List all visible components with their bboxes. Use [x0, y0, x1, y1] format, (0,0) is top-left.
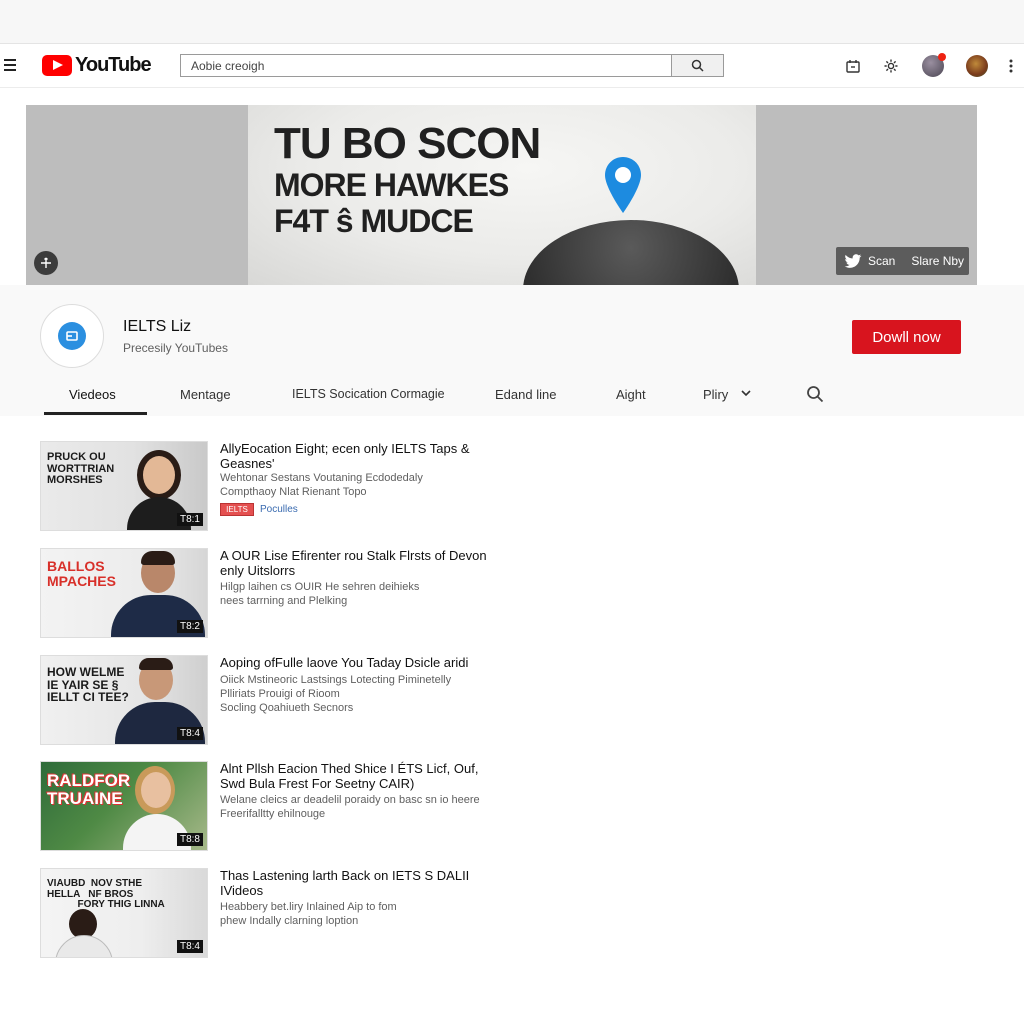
channel-logo-icon [58, 322, 86, 350]
globe-graphic [523, 220, 739, 285]
video-duration: T8:4 [176, 940, 203, 953]
video-meta: IELTS Poculles [220, 503, 298, 516]
thumbnail-face [143, 456, 175, 494]
banner-artwork: TU BO SCON MORE HAWKES F4T ŝ MUDCE [248, 105, 756, 285]
channel-avatar[interactable] [40, 304, 104, 368]
video-duration: T8:8 [176, 833, 203, 846]
banner-line-2: MORE HAWKES [274, 167, 509, 203]
thumbnail-text: PRUCK OU WORTTRIAN MORSHES [47, 451, 115, 487]
channel-subtitle: Precesily YouTubes [123, 341, 228, 355]
video-title[interactable]: AllyEocation Eight; ecen only IELTS Taps… [220, 441, 495, 471]
video-thumbnail[interactable]: PRUCK OU WORTTRIAN MORSHES T8:1 [40, 441, 208, 531]
more-options-icon[interactable] [1004, 56, 1018, 76]
channel-banner: TU BO SCON MORE HAWKES F4T ŝ MUDCE Scan … [26, 105, 977, 285]
video-desc-line: Wehtonar Sestans Voutaning Ecdodedaly [220, 472, 423, 484]
video-thumbnail[interactable]: BALLOS MPACHES T8:2 [40, 548, 208, 638]
video-item-4[interactable]: RALDFOR TRUAINE T8:8 Alnt Pllsh Eacion T… [40, 761, 500, 851]
banner-line-3: F4T ŝ MUDCE [274, 203, 474, 239]
banner-social-links[interactable]: Scan Slare Nby [836, 247, 969, 275]
video-desc-line: Plliriats Prouigi of Rioom [220, 688, 340, 700]
create-video-icon[interactable] [843, 56, 863, 76]
video-duration: T8:1 [176, 513, 203, 526]
thumbnail-hair [139, 658, 173, 670]
video-title[interactable]: A OUR Lise Efirenter rou Stalk Flrsts of… [220, 548, 495, 578]
video-thumbnail[interactable]: RALDFOR TRUAINE T8:8 [40, 761, 208, 851]
video-desc-line: Welane cleics ar deadelil poraidy on bas… [220, 794, 480, 806]
download-now-button[interactable]: Dowll now [852, 320, 961, 354]
thumbnail-body [55, 935, 113, 957]
social-label-2: Slare Nby [911, 254, 965, 268]
tab-edand-line[interactable]: Edand line [495, 387, 556, 402]
video-item-5[interactable]: VIAUBD NOV STHE HELLA NF BROS FORY THIG … [40, 868, 500, 958]
video-badge: IELTS [220, 503, 254, 516]
account-avatar[interactable] [966, 55, 988, 77]
tab-aight[interactable]: Aight [616, 387, 646, 402]
video-title[interactable]: Aoping ofFulle laove You Taday Dsicle ar… [220, 655, 495, 670]
video-desc-line: nees tarrning and Plelking [220, 595, 348, 607]
video-desc-line: Oiick Mstineoric Lastsings Lotecting Pim… [220, 674, 452, 686]
search-input[interactable] [180, 54, 672, 77]
masthead: YouTube [0, 44, 1024, 88]
chevron-down-icon[interactable] [740, 388, 752, 398]
thumbnail-text: VIAUBD NOV STHE HELLA NF BROS FORY THIG … [47, 878, 165, 910]
settings-icon[interactable] [881, 56, 901, 76]
video-desc-line: Freerifalltty ehilnouge [220, 808, 326, 820]
video-desc-line: phew Indally clarning loption [220, 915, 359, 927]
banner-edit-icon[interactable] [34, 251, 58, 275]
video-channel-link[interactable]: Poculles [260, 504, 298, 515]
youtube-logo[interactable]: YouTube [42, 54, 152, 77]
browser-top-strip [0, 0, 1024, 44]
thumbnail-face [141, 772, 171, 808]
twitter-icon [844, 253, 862, 268]
social-label-1: Scan [868, 254, 896, 268]
menu-icon[interactable] [4, 59, 16, 71]
thumbnail-text: HOW WELME IE YAIR SE § IELLT CI TEE? [47, 665, 129, 705]
video-item-1[interactable]: PRUCK OU WORTTRIAN MORSHES T8:1 AllyEoca… [40, 441, 500, 531]
video-desc-line: Hilgp laihen cs OUIR He sehren deihieks [220, 581, 420, 593]
video-thumbnail[interactable]: VIAUBD NOV STHE HELLA NF BROS FORY THIG … [40, 868, 208, 958]
video-desc-line: Socling Qoahiueth Secnors [220, 702, 354, 714]
video-item-3[interactable]: HOW WELME IE YAIR SE § IELLT CI TEE? T8:… [40, 655, 500, 745]
notifications-avatar[interactable] [922, 53, 946, 77]
thumbnail-text: BALLOS MPACHES [47, 558, 116, 589]
notification-dot [938, 53, 946, 61]
tab-videos[interactable]: Viedeos [69, 387, 116, 402]
channel-name: IELTS Liz [123, 318, 192, 335]
video-item-2[interactable]: BALLOS MPACHES T8:2 A OUR Lise Efirenter… [40, 548, 500, 638]
logo-text: YouTube [75, 54, 152, 76]
search-button[interactable] [672, 54, 724, 77]
search-icon [691, 59, 704, 72]
thumbnail-hair [141, 551, 175, 565]
video-duration: T8:4 [176, 727, 203, 740]
tab-ielts-socication[interactable]: IELTS Socication Cormagie [292, 387, 445, 401]
channel-header: IELTS Liz Precesily YouTubes Dowll now V… [0, 285, 1024, 416]
tab-mentage[interactable]: Mentage [180, 387, 231, 402]
tab-pliry[interactable]: Pliry [703, 387, 728, 402]
thumbnail-text: RALDFOR TRUAINE [47, 771, 131, 808]
youtube-play-icon [42, 55, 72, 76]
video-desc-line: Heabbery bet.liry Inlained Aip to fom [220, 901, 397, 913]
channel-search-icon[interactable] [806, 385, 824, 403]
video-thumbnail[interactable]: HOW WELME IE YAIR SE § IELLT CI TEE? T8:… [40, 655, 208, 745]
video-title[interactable]: Thas Lastening larth Back on IETS S DALI… [220, 868, 495, 898]
location-pin-icon [605, 157, 641, 213]
video-desc-line: Compthaoy Nlat Rienant Topo [220, 486, 367, 498]
search-bar [180, 54, 724, 77]
active-tab-indicator [44, 412, 147, 415]
banner-line-1: TU BO SCON [274, 119, 541, 168]
video-title[interactable]: Alnt Pllsh Eacion Thed Shice I ÉTS Licf,… [220, 761, 495, 791]
video-duration: T8:2 [176, 620, 203, 633]
